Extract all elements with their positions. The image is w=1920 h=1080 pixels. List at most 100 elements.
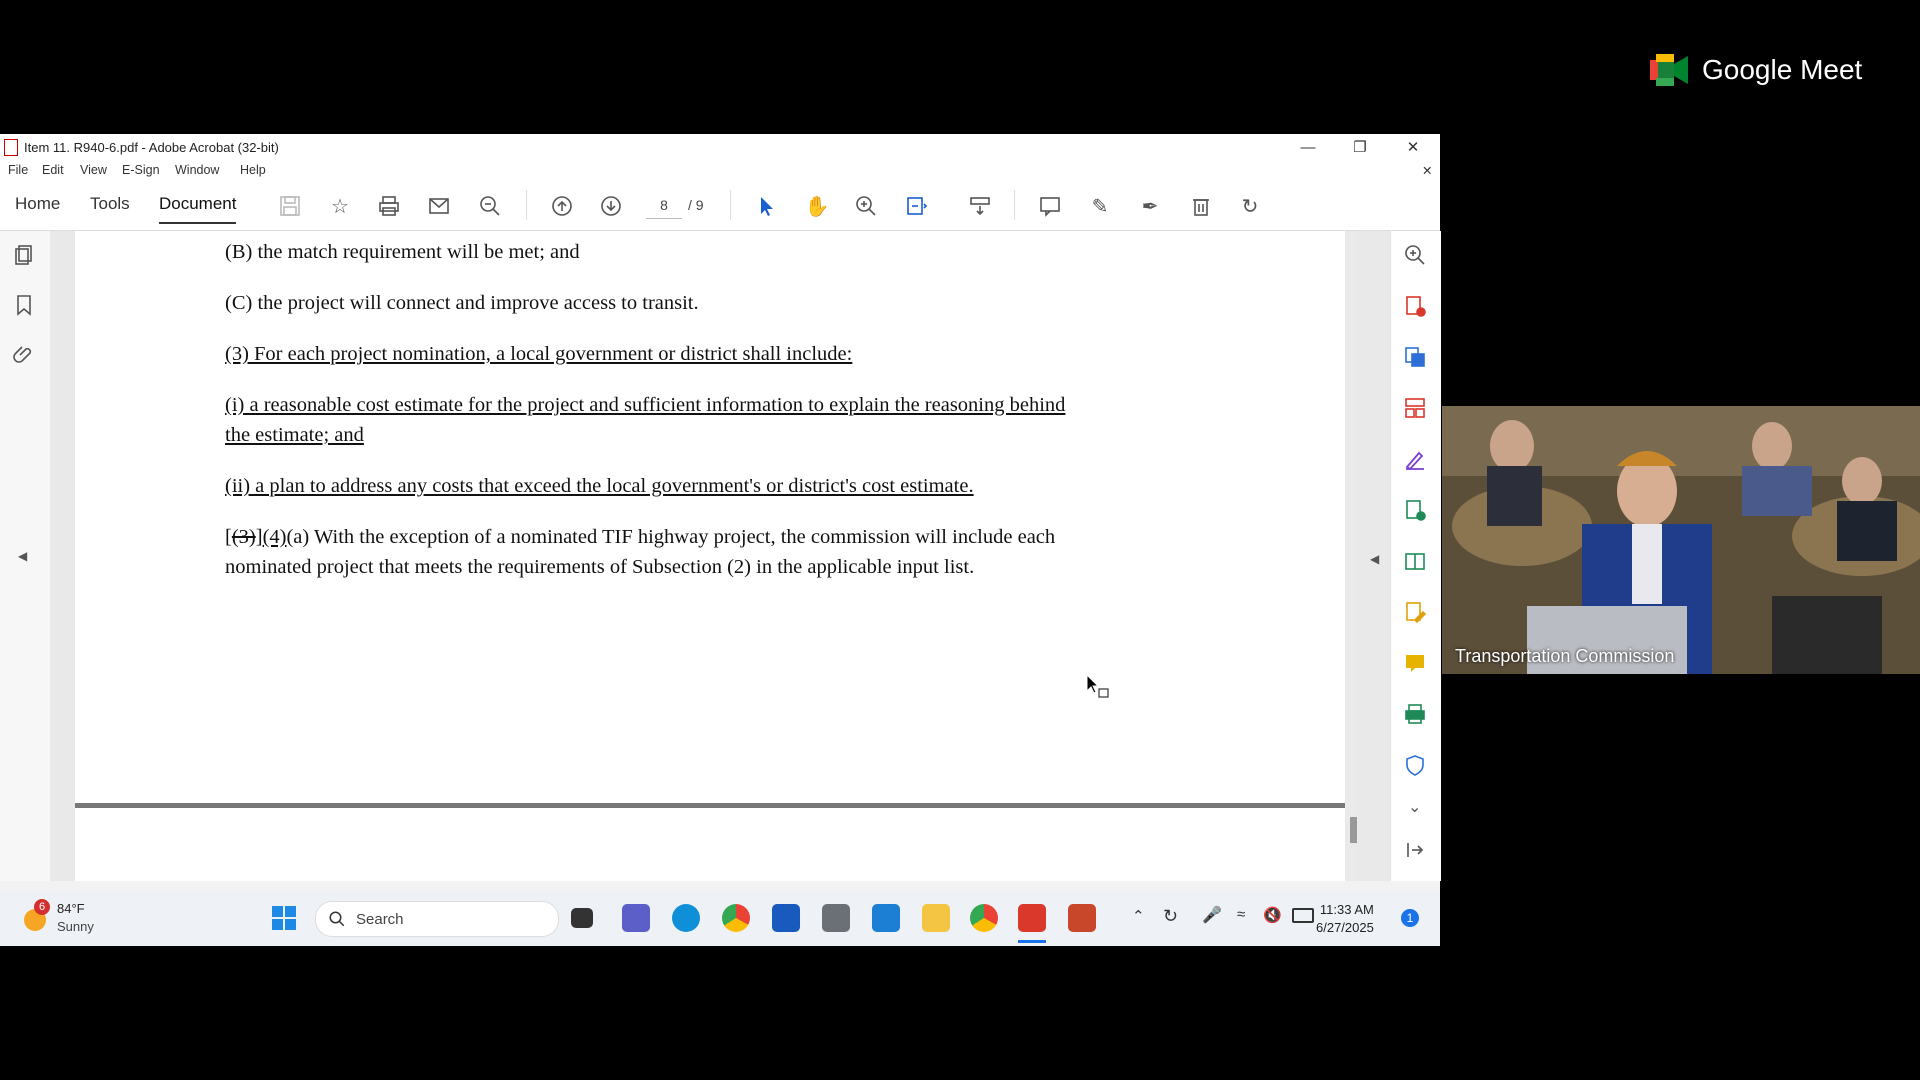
- request-signature-icon[interactable]: [1403, 498, 1429, 524]
- next-page-icon[interactable]: [597, 192, 625, 220]
- document-view[interactable]: (B) the match requirement will be met; a…: [50, 231, 1390, 881]
- taskbar-search-input[interactable]: Search: [315, 901, 559, 937]
- menu-help[interactable]: Help: [240, 163, 266, 177]
- page-number-input[interactable]: 8: [646, 192, 682, 219]
- windows-start-icon[interactable]: [270, 904, 298, 932]
- comment-icon[interactable]: [1036, 192, 1064, 220]
- star-icon[interactable]: ☆: [326, 192, 354, 220]
- toolbar: Home Tools Document ☆ 8 / 9 ✋ ✎ ✒ ↻: [0, 180, 1440, 231]
- weather-badge: 6: [34, 899, 50, 915]
- search-zoom-icon[interactable]: [1403, 243, 1429, 269]
- close-window-button[interactable]: ✕: [1388, 134, 1438, 160]
- weather-temperature[interactable]: 84°F: [57, 901, 85, 916]
- chrome-profile-icon[interactable]: [970, 904, 998, 932]
- sync-icon[interactable]: ↻: [1163, 906, 1178, 927]
- comment-tool-icon[interactable]: [1403, 651, 1429, 677]
- bookmark-icon[interactable]: [12, 293, 38, 319]
- paragraph-c: (C) the project will connect and improve…: [225, 292, 699, 314]
- acrobat-window: Item 11. R940-6.pdf - Adobe Acrobat (32-…: [0, 134, 1441, 946]
- acrobat-pdf-icon: [4, 138, 18, 156]
- system-clock[interactable]: 11:33 AM 6/27/2025: [1316, 901, 1374, 937]
- google-meet-brand: Google Meet: [1650, 48, 1862, 92]
- email-icon[interactable]: [425, 192, 453, 220]
- clock-time: 11:33 AM: [1319, 902, 1374, 917]
- export-pdf-icon[interactable]: [1403, 345, 1429, 371]
- bracket-open: [: [225, 526, 232, 548]
- weather-condition[interactable]: Sunny: [57, 919, 94, 934]
- page-thumbnails-icon[interactable]: [12, 243, 38, 269]
- create-pdf-icon[interactable]: [1403, 294, 1429, 320]
- paragraph-4a-line1: [(3)](4)(a) With the exception of a nomi…: [225, 522, 1185, 552]
- battery-icon[interactable]: [1292, 908, 1314, 923]
- print-icon[interactable]: [375, 192, 403, 220]
- menu-edit[interactable]: Edit: [42, 163, 64, 177]
- menu-window[interactable]: Window: [175, 163, 219, 177]
- scroll-mode-icon[interactable]: [966, 192, 994, 220]
- zoom-in-icon[interactable]: [852, 192, 880, 220]
- rotate-icon[interactable]: ↻: [1236, 192, 1264, 220]
- paragraph-4a-line2: nominated project that meets the require…: [225, 556, 975, 578]
- scrollbar-thumb[interactable]: [1350, 817, 1357, 843]
- menu-esign[interactable]: E-Sign: [122, 163, 160, 177]
- struck-number: (3): [231, 526, 256, 548]
- toolbar-divider: [526, 190, 527, 220]
- task-view-icon[interactable]: [571, 908, 593, 928]
- save-icon[interactable]: [276, 192, 304, 220]
- window-title: Item 11. R940-6.pdf - Adobe Acrobat (32-…: [24, 139, 279, 155]
- vertical-scrollbar[interactable]: [1348, 231, 1358, 881]
- restore-button[interactable]: ❐: [1335, 134, 1385, 160]
- chrome-icon[interactable]: [722, 904, 750, 932]
- file-explorer-icon[interactable]: [922, 904, 950, 932]
- microphone-icon[interactable]: 🎤: [1202, 905, 1222, 925]
- volume-muted-icon[interactable]: 🔇: [1263, 906, 1282, 924]
- paragraph-ii: (ii) a plan to address any costs that ex…: [225, 475, 974, 497]
- title-bar: Item 11. R940-6.pdf - Adobe Acrobat (32-…: [0, 134, 1440, 160]
- close-document-icon[interactable]: ✕: [1422, 163, 1432, 178]
- show-hidden-icons-icon[interactable]: ⌃: [1132, 907, 1145, 925]
- previous-page-icon[interactable]: [548, 192, 576, 220]
- fit-page-icon[interactable]: [902, 192, 930, 220]
- weather-widget[interactable]: 6: [22, 899, 52, 933]
- attachment-icon[interactable]: [12, 343, 38, 369]
- paragraph-i-line2: the estimate; and: [225, 424, 364, 446]
- compare-files-icon[interactable]: [1403, 549, 1429, 575]
- video-feed-image: [1442, 406, 1920, 674]
- tab-document[interactable]: Document: [159, 194, 237, 224]
- menu-bar: File Edit View E-Sign Window Help ✕: [0, 160, 1440, 180]
- acrobat-taskbar-icon[interactable]: [1018, 904, 1046, 932]
- collapse-left-pane-icon[interactable]: ◀: [18, 549, 44, 575]
- google-meet-title: Google Meet: [1702, 54, 1863, 85]
- search-icon: [329, 911, 345, 927]
- organize-pages-icon[interactable]: [1403, 396, 1429, 422]
- sign-icon[interactable]: ✒: [1136, 192, 1164, 220]
- calculator-icon[interactable]: [822, 904, 850, 932]
- right-tools-pane: ⌄: [1390, 231, 1441, 881]
- select-cursor-icon[interactable]: [753, 192, 781, 220]
- powerpoint-icon[interactable]: [1068, 904, 1096, 932]
- word-icon[interactable]: [772, 904, 800, 932]
- teams-icon[interactable]: [622, 904, 650, 932]
- expand-pane-icon[interactable]: [1403, 838, 1429, 864]
- minimize-button[interactable]: —: [1283, 134, 1333, 160]
- delete-icon[interactable]: [1187, 192, 1215, 220]
- toolbar-divider: [730, 190, 731, 220]
- hand-tool-icon[interactable]: ✋: [803, 192, 831, 220]
- tab-tools[interactable]: Tools: [90, 194, 130, 214]
- participant-video-tile[interactable]: [1442, 406, 1920, 674]
- protect-shield-icon[interactable]: [1403, 753, 1429, 779]
- zoom-out-icon[interactable]: [476, 192, 504, 220]
- wifi-icon[interactable]: ≈: [1237, 906, 1245, 923]
- collapse-right-pane-icon[interactable]: ◀: [1370, 552, 1379, 566]
- fill-sign-icon[interactable]: [1403, 447, 1429, 473]
- outlook-calendar-icon[interactable]: [872, 904, 900, 932]
- notification-badge[interactable]: 1: [1401, 909, 1419, 927]
- highlight-pen-icon[interactable]: ✎: [1086, 192, 1114, 220]
- edit-pdf-icon[interactable]: [1403, 600, 1429, 626]
- toolbar-divider: [1014, 190, 1015, 220]
- menu-view[interactable]: View: [80, 163, 107, 177]
- print-production-icon[interactable]: [1403, 702, 1429, 728]
- more-tools-chevron-icon[interactable]: ⌄: [1408, 797, 1434, 823]
- edge-icon[interactable]: [672, 904, 700, 932]
- menu-file[interactable]: File: [8, 163, 28, 177]
- tab-home[interactable]: Home: [15, 194, 60, 214]
